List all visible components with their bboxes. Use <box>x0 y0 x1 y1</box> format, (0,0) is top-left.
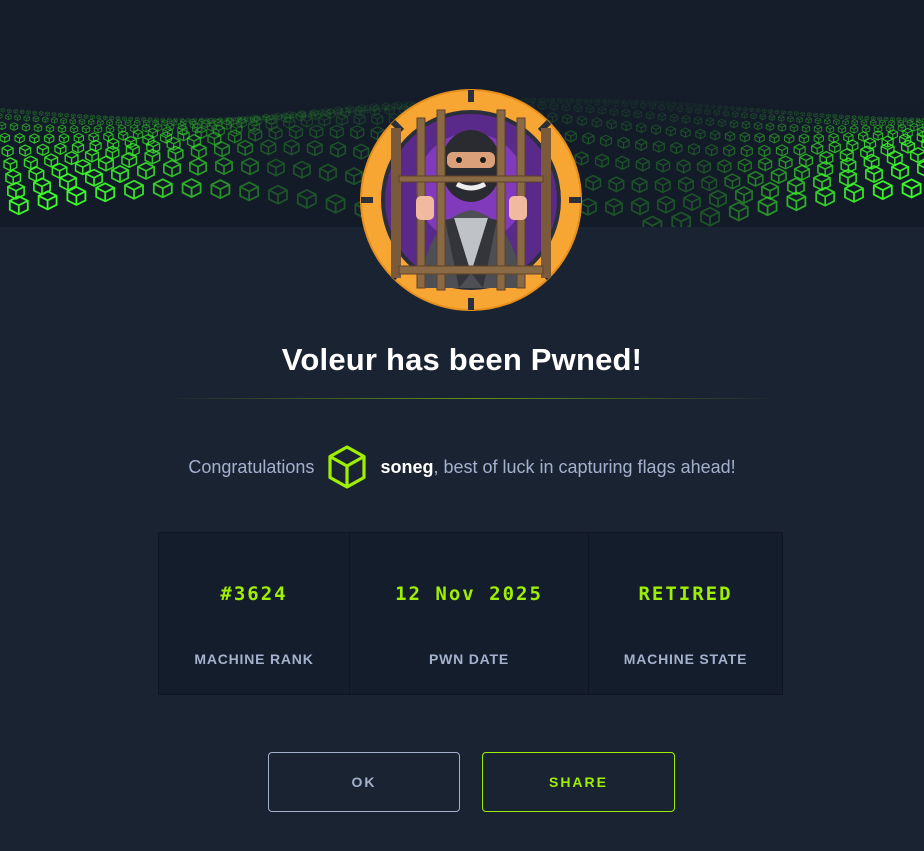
congrats-suffix: , best of luck in capturing flags ahead! <box>433 456 736 477</box>
username: soneg <box>380 456 434 477</box>
congratulations-message: Congratulations soneg, best of luck in c… <box>0 442 924 492</box>
machine-rank-value: #3624 <box>220 583 288 605</box>
stat-machine-rank: #3624 MACHINE RANK <box>159 533 350 694</box>
green-cube-icon <box>326 444 368 490</box>
stat-pwn-date: 12 Nov 2025 PWN DATE <box>350 533 589 694</box>
machine-state-label: MACHINE STATE <box>623 651 748 667</box>
page-title: Voleur has been Pwned! <box>281 342 643 377</box>
title-divider <box>167 398 779 399</box>
machine-rank-label: MACHINE RANK <box>194 651 314 667</box>
share-button[interactable]: SHARE <box>482 752 675 812</box>
pwned-dialog: Voleur has been Pwned! Congratulations s… <box>0 0 924 851</box>
pwn-date-label: PWN DATE <box>428 651 510 667</box>
pwn-date-value: 12 Nov 2025 <box>395 583 543 605</box>
machine-avatar <box>359 88 583 312</box>
top-band <box>0 0 924 90</box>
ok-button[interactable]: OK <box>268 752 460 812</box>
stat-machine-state: RETIRED MACHINE STATE <box>589 533 782 694</box>
stats-panel: #3624 MACHINE RANK 12 Nov 2025 PWN DATE … <box>158 532 783 695</box>
congrats-prefix: Congratulations <box>188 456 315 477</box>
machine-state-value: RETIRED <box>638 583 733 605</box>
